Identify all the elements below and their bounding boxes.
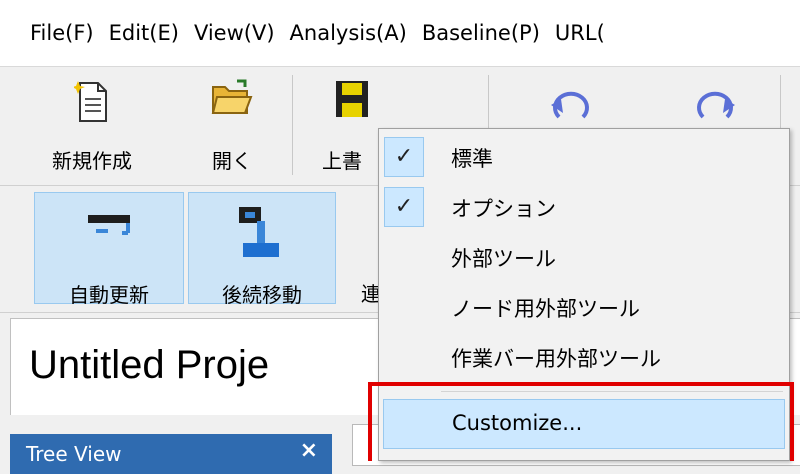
menu-edit[interactable]: Edit(E) — [109, 0, 194, 66]
toolbar-separator — [292, 75, 293, 175]
check-icon: ✓ — [384, 137, 424, 177]
new-button-label: 新規作成 — [52, 149, 132, 173]
menu-analysis[interactable]: Analysis(A) — [290, 0, 422, 66]
auto-update-label: 自動更新 — [69, 283, 149, 307]
open-folder-icon — [211, 79, 253, 119]
follow-move-button[interactable]: 後続移動 — [188, 192, 336, 307]
check-icon: ✓ — [384, 187, 424, 227]
open-button-label: 開く — [212, 149, 252, 173]
highlight-callout — [368, 382, 794, 461]
tree-view-header: Tree View × — [10, 434, 332, 474]
close-icon[interactable]: × — [300, 438, 318, 463]
auto-update-icon — [86, 203, 132, 253]
menu-item-option[interactable]: ✓ オプション — [379, 182, 789, 232]
menu-item-label: 作業バー用外部ツール — [451, 347, 661, 371]
redo-icon — [693, 87, 739, 131]
tree-view-title: Tree View — [26, 442, 122, 466]
menu-item-workbar-external-tools[interactable]: 作業バー用外部ツール — [379, 332, 789, 382]
menu-file[interactable]: File(F) — [30, 0, 109, 66]
menu-view[interactable]: View(V) — [194, 0, 290, 66]
menu-item-external-tools[interactable]: 外部ツール — [379, 232, 789, 282]
menu-item-label: 標準 — [451, 147, 493, 171]
menu-item-node-external-tools[interactable]: ノード用外部ツール — [379, 282, 789, 332]
menu-item-label: 外部ツール — [451, 247, 556, 271]
new-button[interactable]: 新規作成 — [38, 67, 146, 185]
follow-move-label: 後続移動 — [222, 283, 302, 307]
menu-baseline[interactable]: Baseline(P) — [422, 0, 555, 66]
follow-move-icon — [237, 203, 287, 267]
save-button[interactable]: 上書 — [322, 67, 382, 185]
undo-icon — [547, 87, 593, 131]
project-title: Untitled Proje — [29, 343, 270, 387]
menu-item-standard[interactable]: ✓ 標準 — [379, 132, 789, 182]
auto-update-button[interactable]: 自動更新 — [34, 192, 184, 307]
menu-url[interactable]: URL( — [555, 0, 620, 66]
open-button[interactable]: 開く — [200, 67, 264, 185]
save-disk-icon — [334, 79, 370, 123]
menu-item-label: ノード用外部ツール — [451, 297, 640, 321]
new-document-icon — [72, 79, 110, 127]
save-button-label: 上書 — [322, 149, 362, 173]
menu-item-label: オプション — [451, 197, 556, 221]
menu-bar: File(F) Edit(E) View(V) Analysis(A) Base… — [0, 0, 800, 67]
